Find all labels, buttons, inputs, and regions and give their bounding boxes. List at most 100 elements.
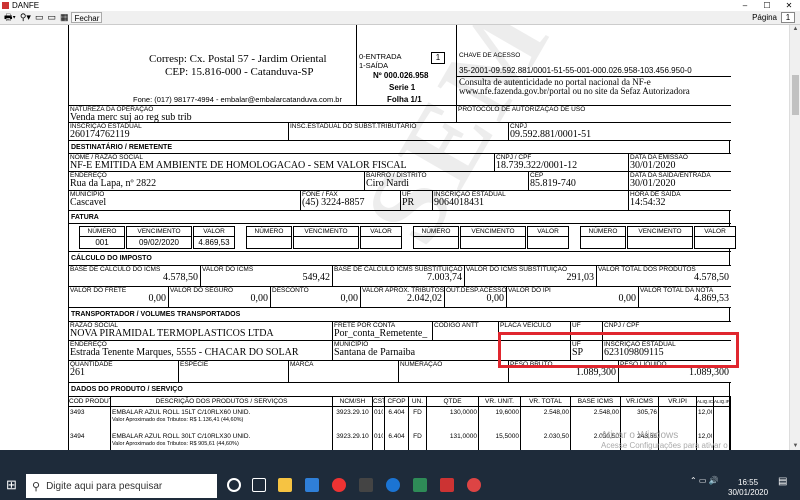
dest-cnpj-field: CNPJ / CPF 18.739.322/0001-12 xyxy=(495,154,629,172)
cnpj-emit-value: 09.592.881/0001-51 xyxy=(510,129,592,140)
maximize-button[interactable]: ☐ xyxy=(756,0,778,11)
transp-razao-value: NOVA PIRAMIDAL TERMOPLASTICOS LTDA xyxy=(70,328,274,339)
dest-bairro-value: Ciro Nardi xyxy=(366,178,410,189)
chave-label: CHAVE DE ACESSO xyxy=(459,52,521,59)
app-icon-3[interactable] xyxy=(440,478,454,492)
produtos-header-cell: BASE ICMS xyxy=(571,397,621,407)
zoom-icon[interactable]: ⚲▾ xyxy=(20,12,31,23)
page-number-input[interactable]: 1 xyxy=(781,12,795,23)
close-window-button[interactable]: ✕ xyxy=(778,0,800,11)
dest-end-value: Rua da Lapa, nº 2822 xyxy=(70,178,157,189)
system-tray[interactable]: ⌃ ▭ 🔊 xyxy=(690,476,719,485)
nf-number: Nº 000.026.958 xyxy=(373,71,429,80)
produtos-header-cell: ALIQ.IPI xyxy=(714,397,731,407)
produtos-tributos-note: Valor Aproximado dos Tributos: R$ 905,61… xyxy=(112,441,239,447)
ie-st-field: INSC.ESTADUAL DO SUBST.TRIBUTÁRIO xyxy=(289,123,509,141)
fatura-value-cell xyxy=(527,237,569,249)
multi-page-icon[interactable]: ▦ xyxy=(60,12,69,23)
vertical-scrollbar[interactable]: ▲ ▼ xyxy=(789,25,800,450)
chrome-icon[interactable] xyxy=(332,478,346,492)
transp-end-field: ENDEREÇO Estrada Tenente Marques, 5555 - … xyxy=(69,341,333,361)
produtos-tributos-note: Valor Aproximado dos Tributos: R$ 1.136,… xyxy=(112,417,244,423)
cnpj-emit-field: CNPJ 09.592.881/0001-51 xyxy=(509,123,731,141)
transp-antt-field: CÓDIGO ANTT xyxy=(433,322,499,341)
dest-cnpj-value: 18.739.322/0001-12 xyxy=(496,160,578,171)
app-icon xyxy=(2,2,9,9)
produtos-cell: 2.030,50 xyxy=(543,433,569,440)
dest-section-title: DESTINATÁRIO / REMETENTE xyxy=(69,141,731,154)
produtos-cell: 2.548,00 xyxy=(543,409,569,416)
store-icon[interactable] xyxy=(305,478,319,492)
imp-vnota-value: 4.869,53 xyxy=(694,293,729,304)
page-view-icon[interactable]: ▭ xyxy=(35,12,44,23)
transp-num-field: NUMERAÇÃO xyxy=(399,361,509,383)
produtos-header-cell: COD PRODUT xyxy=(69,397,111,407)
transp-qtd-value: 261 xyxy=(70,367,85,378)
imp-ipi-value: 0,00 xyxy=(618,293,637,304)
dest-emissao-field: DATA DA EMISSÃO 30/01/2020 xyxy=(629,154,731,172)
windows-start-icon[interactable]: ⊞ xyxy=(6,478,20,492)
fatura-header-cell: VALOR xyxy=(527,226,569,237)
imp-bcst-value: 7.003,74 xyxy=(427,272,462,283)
produtos-cell: 19,6000 xyxy=(495,409,520,416)
natureza-field: NATUREZA DA OPERAÇÃO Venda merc suj ao r… xyxy=(69,106,457,123)
taskbar-search[interactable]: ⚲ Digite aqui para pesquisar xyxy=(26,474,217,498)
dest-mun-value: Cascavel xyxy=(70,197,107,208)
fatura-value-cell: 09/02/2020 xyxy=(126,237,192,249)
dest-fone-field: FONE / FAX (45) 3224-8857 xyxy=(301,191,401,211)
produtos-header-cell: CFOP xyxy=(385,397,409,407)
fatura-value-cell xyxy=(460,237,526,249)
highlight-box xyxy=(498,332,739,368)
produtos-header-cell: UN. xyxy=(409,397,427,407)
produtos-cell: 15,5000 xyxy=(495,433,520,440)
pages-view-icon[interactable]: ▭ xyxy=(47,12,56,23)
produtos-cell: 3923.29.10 xyxy=(336,409,369,416)
page-label: Página xyxy=(752,13,777,22)
page-navigator: Página 1 xyxy=(752,12,795,23)
fatura-header-cell: VALOR xyxy=(694,226,736,237)
taskbar-clock[interactable]: 16:55 30/01/2020 xyxy=(728,478,768,498)
produtos-cell: 3494 xyxy=(70,433,85,440)
scroll-down-icon[interactable]: ▼ xyxy=(790,443,800,449)
produtos-header-cell: CST xyxy=(373,397,385,407)
dest-end-field: ENDEREÇO Rua da Lapa, nº 2822 xyxy=(69,172,365,191)
dest-cep-value: 85.819-740 xyxy=(530,178,576,189)
chave-box: CHAVE DE ACESSO 35-2001-09.592.881/0001-… xyxy=(457,25,731,106)
imp-ipi-field: VALOR DO IPI 0,00 xyxy=(507,287,639,308)
transp-end-value: Estrada Tenente Marques, 5555 - CHACAR D… xyxy=(70,347,299,358)
cortana-icon[interactable] xyxy=(227,478,241,492)
imp-icmsst-value: 291,03 xyxy=(566,272,595,283)
notifications-icon[interactable]: ▤ xyxy=(778,476,787,487)
imposto-section-title: CÁLCULO DO IMPOSTO xyxy=(69,252,731,266)
dest-saida-field: DATA DA SAÍDA/ENTRADA 30/01/2020 xyxy=(629,172,731,191)
transp-frete-value: Por_conta_Remetente_ xyxy=(334,328,428,339)
produtos-cell: EMBALAR AZUL ROLL 30LT C/10RLX30 UNID. xyxy=(112,433,251,440)
emitente-box: Corresp: Cx. Postal 57 - Jardim Oriental… xyxy=(69,25,357,106)
app-icon-2[interactable] xyxy=(413,478,427,492)
window-titlebar: DANFE – ☐ ✕ xyxy=(0,0,800,11)
produtos-header-cell: ALIQ.ICMS xyxy=(697,397,714,407)
scroll-thumb[interactable] xyxy=(792,75,799,115)
task-view-icon[interactable] xyxy=(252,478,266,492)
app-icon-4[interactable] xyxy=(467,478,481,492)
produtos-header-cell: VR. TOTAL xyxy=(521,397,571,407)
imp-bc-field: BASE DE CÁLCULO DO ICMS 4.578,50 xyxy=(69,266,201,287)
dest-cep-field: CEP 85.819-740 xyxy=(529,172,629,191)
scroll-up-icon[interactable]: ▲ xyxy=(790,26,800,32)
edge-icon[interactable] xyxy=(386,478,400,492)
fatura-header-cell: VENCIMENTO xyxy=(627,226,693,237)
minimize-button[interactable]: – xyxy=(734,0,756,11)
app-icon-1[interactable] xyxy=(359,478,373,492)
fatura-header-cell: VALOR xyxy=(360,226,402,237)
dest-nome-field: NOME / RAZÃO SOCIAL NF-E EMITIDA EM AMBI… xyxy=(69,154,495,172)
file-explorer-icon[interactable] xyxy=(278,478,292,492)
fatura-header-cell: NÚMERO xyxy=(246,226,292,237)
produtos-cell: 6.404 xyxy=(388,409,405,416)
fatura-header-cell: NÚMERO xyxy=(79,226,125,237)
fatura-header-cell: VENCIMENTO xyxy=(460,226,526,237)
transp-qtd-field: QUANTIDADE 261 xyxy=(69,361,179,383)
produtos-cell: 12,00 xyxy=(698,409,712,416)
close-report-button[interactable]: Fechar xyxy=(71,12,103,23)
printer-icon[interactable]: 🖶▾ xyxy=(4,10,16,26)
fatura-grid: NÚMERO 001 VENCIMENTO 09/02/2020 VALOR 4.869,… xyxy=(69,224,736,252)
